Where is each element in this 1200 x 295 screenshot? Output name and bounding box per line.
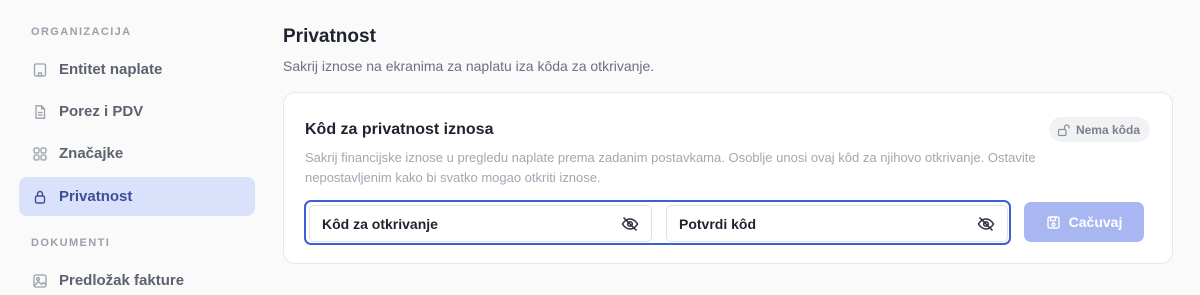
- privacy-code-card: Kôd za privatnost iznosa Nema kôda Sakri…: [283, 92, 1173, 264]
- code-input-group: Kôd za otkrivanje Potvrdi kôd: [304, 200, 1011, 245]
- reveal-code-placeholder: Kôd za otkrivanje: [322, 215, 438, 232]
- card-description: Sakrij financijske iznose u pregledu nap…: [305, 150, 1036, 185]
- eye-off-icon[interactable]: [977, 215, 995, 233]
- card-title: Kôd za privatnost iznosa: [305, 121, 494, 138]
- grid-icon: [31, 145, 49, 163]
- building-icon: [31, 61, 49, 79]
- sidebar-item-privatnost[interactable]: Privatnost: [19, 177, 255, 216]
- sidebar-item-label: Porez i PDV: [59, 103, 144, 120]
- document-icon: [31, 103, 49, 121]
- sidebar-item-label: Predložak fakture: [59, 272, 185, 289]
- sidebar-item-predlozak-fakture[interactable]: Predložak fakture: [19, 261, 255, 295]
- page-title: Privatnost: [283, 26, 376, 47]
- lock-icon: [31, 188, 49, 206]
- save-icon: [1046, 215, 1061, 230]
- image-icon: [31, 272, 49, 290]
- section-label-organizacija: ORGANIZACIJA: [31, 26, 132, 38]
- confirm-code-input[interactable]: Potvrdi kôd: [666, 205, 1008, 242]
- sidebar-item-entitet-naplate[interactable]: Entitet naplate: [19, 50, 255, 89]
- sidebar-item-porez-i-pdv[interactable]: Porez i PDV: [19, 92, 255, 131]
- status-badge-label: Nema kôda: [1075, 122, 1140, 137]
- eye-off-icon[interactable]: [621, 215, 639, 233]
- page-subtitle: Sakrij iznose na ekranima za naplatu iza…: [283, 58, 655, 74]
- reveal-code-input[interactable]: Kôd za otkrivanje: [309, 205, 652, 242]
- status-badge: Nema kôda: [1048, 117, 1150, 142]
- section-label-dokumenti: DOKUMENTI: [31, 237, 111, 249]
- confirm-code-placeholder: Potvrdi kôd: [679, 215, 757, 232]
- sidebar-item-label: Entitet naplate: [59, 61, 163, 78]
- settings-sidebar: ORGANIZACIJA Entitet naplate Porez i PDV…: [0, 0, 270, 295]
- sidebar-item-label: Značajke: [59, 145, 124, 162]
- save-button-label: Сačuvaj: [1068, 214, 1123, 230]
- sidebar-item-znacajke[interactable]: Značajke: [19, 134, 255, 173]
- save-button[interactable]: Сačuvaj: [1024, 202, 1144, 242]
- unlock-icon: [1057, 123, 1071, 137]
- sidebar-item-label: Privatnost: [59, 188, 133, 205]
